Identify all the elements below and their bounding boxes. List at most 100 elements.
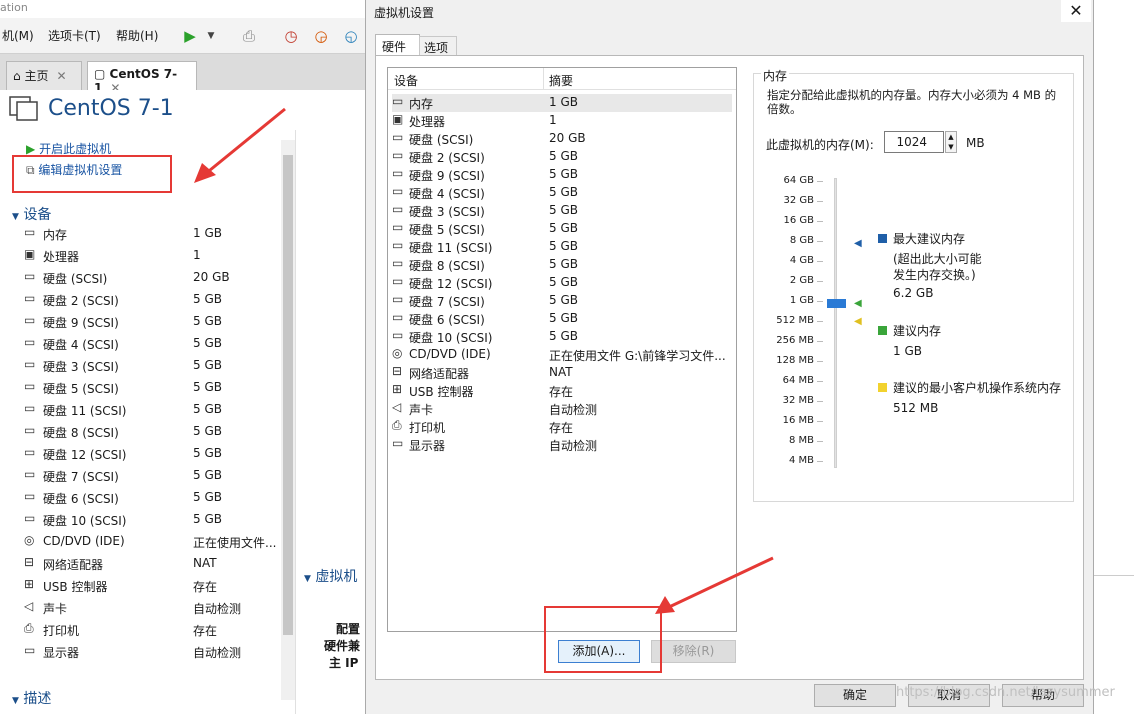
device-row[interactable]: ▭ 硬盘 8 (SCSI) 5 GB [24, 423, 279, 445]
scrollbar-thumb[interactable] [283, 155, 293, 635]
annotation-arrow [194, 107, 286, 183]
hardware-row[interactable]: ▭ 硬盘 4 (SCSI) 5 GB [392, 184, 732, 202]
device-row[interactable]: ▭ 硬盘 (SCSI) 20 GB [24, 269, 279, 291]
snapshot-manager-icon[interactable]: ◵ [342, 27, 360, 45]
column-divider[interactable] [543, 68, 544, 90]
device-name: 硬盘 8 (SCSI) [409, 259, 485, 273]
ok-button[interactable]: 确定 [814, 684, 896, 707]
hardware-row[interactable]: ▭ 硬盘 11 (SCSI) 5 GB [392, 238, 732, 256]
close-icon[interactable]: ✕ [1061, 0, 1091, 22]
device-row[interactable]: ▭ 硬盘 3 (SCSI) 5 GB [24, 357, 279, 379]
hardware-row[interactable]: ▣ 处理器 1 [392, 112, 732, 130]
disk-icon: ▭ [392, 256, 404, 270]
hardware-row[interactable]: ▭ 显示器 自动检测 [392, 436, 732, 454]
tab-centos[interactable]: ▢ CentOS 7-1 ✕ [87, 61, 197, 95]
legend-title: 最大建议内存 [893, 232, 966, 246]
device-row[interactable]: ▭ 硬盘 9 (SCSI) 5 GB [24, 313, 279, 335]
device-name: 网络适配器 [409, 367, 470, 381]
play-icon[interactable]: ▶ [181, 27, 199, 45]
memory-scale-tick: 32 GB [754, 195, 823, 206]
description-section-header[interactable]: ▼ 描述 [12, 688, 51, 708]
hardware-row[interactable]: ▭ 内存 1 GB [392, 94, 732, 112]
device-row[interactable]: ▭ 硬盘 5 (SCSI) 5 GB [24, 379, 279, 401]
remove-hardware-button[interactable]: 移除(R) [651, 640, 736, 663]
hardware-row[interactable]: ▭ 硬盘 6 (SCSI) 5 GB [392, 310, 732, 328]
memory-scale-tick: 2 GB [754, 275, 823, 286]
send-keys-icon[interactable]: ⎙ [240, 27, 258, 45]
hardware-row[interactable]: ▭ 硬盘 2 (SCSI) 5 GB [392, 148, 732, 166]
snapshot-icon[interactable]: ◷ [282, 27, 300, 45]
device-name: 处理器 [409, 115, 446, 129]
hardware-row[interactable]: ⊞ USB 控制器 存在 [392, 382, 732, 400]
device-row[interactable]: ◎ CD/DVD (IDE) 正在使用文件... [24, 533, 279, 555]
details-section-header[interactable]: ▼ 虚拟机 [304, 566, 357, 586]
device-value: 5 GB [549, 293, 578, 307]
device-row[interactable]: ▭ 硬盘 6 (SCSI) 5 GB [24, 489, 279, 511]
tab-label: 主页 [24, 69, 49, 83]
legend-value: 1 GB [893, 344, 922, 358]
memory-scale-tick: 16 MB [754, 415, 823, 426]
hardware-row[interactable]: ▭ 硬盘 12 (SCSI) 5 GB [392, 274, 732, 292]
tab-home[interactable]: ⌂ 主页 ✕ [6, 61, 82, 90]
column-header-device[interactable]: 设备 [394, 72, 418, 89]
memory-input[interactable]: 1024 [884, 131, 944, 153]
chevron-down-icon[interactable]: ▼ [202, 27, 220, 45]
usb-icon: ⊞ [24, 577, 35, 591]
device-row[interactable]: ▣ 处理器 1 [24, 247, 279, 269]
device-name: 硬盘 7 (SCSI) [43, 470, 119, 484]
device-row[interactable]: ▭ 硬盘 11 (SCSI) 5 GB [24, 401, 279, 423]
device-row[interactable]: ▭ 显示器 自动检测 [24, 643, 279, 665]
hardware-row[interactable]: ▭ 硬盘 3 (SCSI) 5 GB [392, 202, 732, 220]
devices-section-header[interactable]: ▼ 设备 [12, 204, 51, 224]
network-icon: ⊟ [24, 555, 35, 569]
hardware-row[interactable]: ◎ CD/DVD (IDE) 正在使用文件 G:\前锋学习文件... [392, 346, 732, 364]
hardware-row[interactable]: ▭ 硬盘 (SCSI) 20 GB [392, 130, 732, 148]
close-icon[interactable]: ✕ [56, 69, 66, 83]
memory-group: 内存 指定分配给此虚拟机的内存量。内存大小必须为 4 MB 的倍数。 此虚拟机的… [753, 67, 1074, 502]
device-name: 硬盘 5 (SCSI) [409, 223, 485, 237]
network-icon: ⊟ [392, 364, 403, 378]
device-row[interactable]: ◁ 声卡 自动检测 [24, 599, 279, 621]
vm-details-pane: ▼ 虚拟机 配置 硬件兼 主 IP [295, 130, 365, 714]
hardware-row[interactable]: ▭ 硬盘 9 (SCSI) 5 GB [392, 166, 732, 184]
sound-icon: ◁ [24, 599, 34, 613]
device-name: 硬盘 3 (SCSI) [409, 205, 485, 219]
hardware-row[interactable]: ▭ 硬盘 8 (SCSI) 5 GB [392, 256, 732, 274]
device-row[interactable]: ▭ 硬盘 4 (SCSI) 5 GB [24, 335, 279, 357]
device-row[interactable]: ⊞ USB 控制器 存在 [24, 577, 279, 599]
device-row[interactable]: ▭ 硬盘 10 (SCSI) 5 GB [24, 511, 279, 533]
disk-icon: ▭ [24, 423, 36, 437]
hardware-row[interactable]: ▭ 硬盘 10 (SCSI) 5 GB [392, 328, 732, 346]
device-row[interactable]: ▭ 硬盘 7 (SCSI) 5 GB [24, 467, 279, 489]
tab-options[interactable]: 选项 [419, 36, 457, 56]
usb-icon: ⊞ [392, 382, 403, 396]
device-value: 5 GB [193, 446, 222, 460]
menu-vm[interactable]: 机(M) [2, 27, 34, 44]
memory-icon: ▭ [392, 94, 404, 108]
device-row[interactable]: ⊟ 网络适配器 NAT [24, 555, 279, 577]
revert-snapshot-icon[interactable]: ◶ [312, 27, 330, 45]
column-header-summary[interactable]: 摘要 [549, 72, 573, 89]
vm-icon [9, 96, 38, 121]
device-name: 硬盘 8 (SCSI) [43, 426, 119, 440]
hardware-row[interactable]: ◁ 声卡 自动检测 [392, 400, 732, 418]
device-row[interactable]: ⎙ 打印机 存在 [24, 621, 279, 643]
memory-slider-track[interactable] [834, 178, 837, 468]
hardware-row[interactable]: ⊟ 网络适配器 NAT [392, 364, 732, 382]
disk-icon: ▭ [24, 489, 36, 503]
device-row[interactable]: ▭ 硬盘 2 (SCSI) 5 GB [24, 291, 279, 313]
menu-tabs[interactable]: 选项卡(T) [48, 27, 101, 44]
tab-hardware[interactable]: 硬件 [375, 34, 420, 56]
memory-stepper[interactable]: ▲ ▼ [945, 131, 957, 153]
device-name: 硬盘 2 (SCSI) [43, 294, 119, 308]
device-value: 1 GB [549, 95, 578, 109]
annotation-arrow [655, 556, 774, 614]
hardware-row[interactable]: ▭ 硬盘 7 (SCSI) 5 GB [392, 292, 732, 310]
menu-help[interactable]: 帮助(H) [116, 27, 158, 44]
device-row[interactable]: ▭ 内存 1 GB [24, 225, 279, 247]
disk-icon: ▭ [392, 310, 404, 324]
hardware-row[interactable]: ▭ 硬盘 5 (SCSI) 5 GB [392, 220, 732, 238]
hardware-row[interactable]: ⎙ 打印机 存在 [392, 418, 732, 436]
memory-slider-thumb[interactable] [827, 299, 846, 308]
device-row[interactable]: ▭ 硬盘 12 (SCSI) 5 GB [24, 445, 279, 467]
